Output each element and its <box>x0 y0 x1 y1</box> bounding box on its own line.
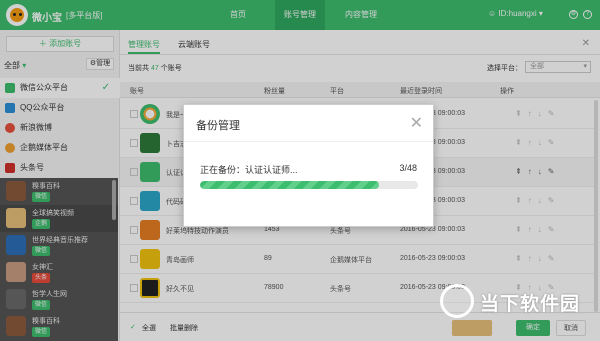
dialog-divider <box>184 141 433 142</box>
watermark-logo-icon <box>440 284 474 318</box>
backup-dialog: 备份管理 ✕ 正在备份：认证认证师... 3/48 <box>183 104 434 227</box>
progress-count: 3/48 <box>399 163 417 173</box>
close-icon[interactable]: ✕ <box>410 113 423 133</box>
progress-bar <box>200 181 418 189</box>
watermark: 当下软件园 <box>440 284 588 320</box>
dialog-title: 备份管理 <box>196 120 240 132</box>
progress-text: 正在备份：认证认证师... <box>200 165 298 175</box>
watermark-text: 当下软件园 <box>480 294 581 315</box>
progress-fill <box>200 181 379 189</box>
